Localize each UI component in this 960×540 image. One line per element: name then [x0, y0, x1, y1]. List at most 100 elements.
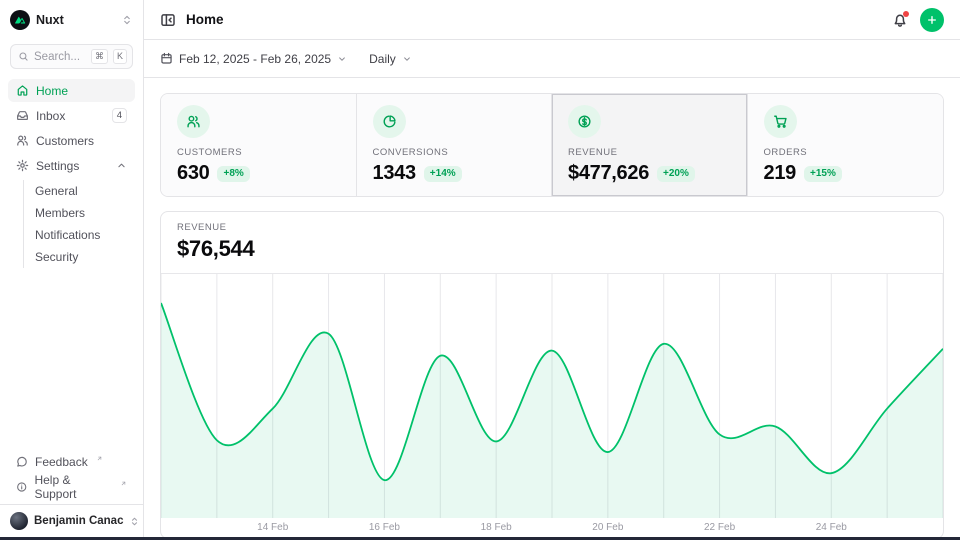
- stat-label: ORDERS: [764, 147, 928, 158]
- date-range-picker[interactable]: Feb 12, 2025 - Feb 26, 2025: [160, 52, 347, 66]
- stat-label: REVENUE: [568, 147, 731, 158]
- users-icon: [16, 134, 29, 147]
- panel-left-icon: [160, 12, 176, 28]
- stats-row: CUSTOMERS 630 +8% CONVERSIONS 1343 +14%: [160, 93, 944, 197]
- stat-card-orders[interactable]: ORDERS 219 +15%: [748, 94, 944, 196]
- nuxt-logo-icon: [10, 10, 30, 30]
- dashboard-content: CUSTOMERS 630 +8% CONVERSIONS 1343 +14%: [144, 78, 960, 537]
- sidebar-item-general[interactable]: General: [24, 180, 135, 202]
- plus-icon: [926, 14, 938, 26]
- date-range-label: Feb 12, 2025 - Feb 26, 2025: [179, 52, 331, 66]
- chevrons-up-down-icon: [121, 14, 133, 26]
- sidebar-nav: Home Inbox 4 Customers Settings General: [0, 79, 143, 269]
- stat-card-conversions[interactable]: CONVERSIONS 1343 +14%: [357, 94, 553, 196]
- user-menu[interactable]: Benjamin Canac: [0, 504, 143, 537]
- sidebar-spacer: [0, 269, 143, 450]
- kbd-meta: ⌘: [91, 49, 108, 64]
- footer-link-label: Feedback: [35, 455, 88, 469]
- search-input-wrapper[interactable]: ⌘ K: [10, 44, 133, 69]
- pie-chart-icon: [373, 105, 406, 138]
- filters-toolbar: Feb 12, 2025 - Feb 26, 2025 Daily: [144, 40, 960, 78]
- sub-item-label: Notifications: [35, 228, 100, 242]
- stat-value: $477,626: [568, 162, 649, 185]
- settings-subnav: General Members Notifications Security: [23, 180, 135, 268]
- sidebar-footer: Feedback Help & Support: [0, 450, 143, 504]
- user-name: Benjamin Canac: [34, 515, 123, 527]
- stat-delta-badge: +8%: [217, 166, 249, 182]
- message-bubble-icon: [16, 456, 28, 468]
- page-title: Home: [186, 12, 224, 27]
- kbd-key: K: [113, 49, 127, 64]
- revenue-area-chart[interactable]: [161, 274, 943, 518]
- shopping-cart-icon: [764, 105, 797, 138]
- stat-label: CONVERSIONS: [373, 147, 536, 158]
- main-area: Home Feb 12, 2025 - Feb 26, 2025 Daily: [144, 0, 960, 537]
- footer-link-label: Help & Support: [34, 473, 112, 501]
- sidebar-item-security[interactable]: Security: [24, 246, 135, 268]
- chevron-down-icon: [402, 54, 412, 64]
- stat-value: 219: [764, 162, 796, 185]
- workspace-name: Nuxt: [36, 13, 64, 27]
- notification-dot: [903, 11, 909, 17]
- x-axis-tick-label: 16 Feb: [369, 522, 400, 533]
- revenue-chart-svg: [161, 274, 943, 518]
- sidebar-item-home[interactable]: Home: [8, 79, 135, 102]
- stat-value: 630: [177, 162, 209, 185]
- chevron-down-icon: [337, 54, 347, 64]
- sidebar-item-customers[interactable]: Customers: [8, 129, 135, 152]
- info-circle-icon: [16, 481, 27, 493]
- x-axis-tick-label: 14 Feb: [257, 522, 288, 533]
- x-axis-tick-label: 22 Feb: [704, 522, 735, 533]
- x-axis-tick-label: 18 Feb: [481, 522, 512, 533]
- period-label: Daily: [369, 52, 396, 66]
- stat-value: 1343: [373, 162, 416, 185]
- stat-card-customers[interactable]: CUSTOMERS 630 +8%: [161, 94, 357, 196]
- sidebar-item-notifications[interactable]: Notifications: [24, 224, 135, 246]
- app-window: Nuxt ⌘ K Home Inbox 4 Customers: [0, 0, 960, 537]
- sidebar-item-label: Inbox: [36, 109, 65, 123]
- add-button[interactable]: [920, 8, 944, 32]
- gear-icon: [16, 159, 29, 172]
- inbox-icon: [16, 109, 29, 122]
- workspace-selector[interactable]: Nuxt: [0, 0, 143, 40]
- sidebar-item-inbox[interactable]: Inbox 4: [8, 104, 135, 127]
- sub-item-label: Security: [35, 250, 78, 264]
- revenue-chart-card: REVENUE $76,544 14 Feb 16 Feb 18 Feb 20 Feb…: [160, 211, 944, 537]
- sidebar-item-label: Settings: [36, 159, 79, 173]
- x-axis-tick-label: 20 Feb: [592, 522, 623, 533]
- sidebar-collapse-button[interactable]: [160, 12, 176, 28]
- chart-total-value: $76,544: [177, 236, 927, 262]
- page-header: Home: [144, 0, 960, 40]
- feedback-link[interactable]: Feedback: [8, 450, 135, 473]
- stat-delta-badge: +14%: [424, 166, 462, 182]
- stat-label: CUSTOMERS: [177, 147, 340, 158]
- home-icon: [16, 84, 29, 97]
- period-select[interactable]: Daily: [369, 52, 412, 66]
- sidebar-item-label: Customers: [36, 134, 94, 148]
- sub-item-label: General: [35, 184, 78, 198]
- header-actions: [892, 8, 944, 32]
- chevrons-up-down-icon: [129, 516, 140, 527]
- help-support-link[interactable]: Help & Support: [8, 475, 135, 498]
- sidebar: Nuxt ⌘ K Home Inbox 4 Customers: [0, 0, 144, 537]
- arrow-up-right-icon: [96, 455, 103, 462]
- chart-header: REVENUE $76,544: [161, 212, 943, 274]
- stat-delta-badge: +15%: [804, 166, 842, 182]
- stat-delta-badge: +20%: [657, 166, 695, 182]
- sub-item-label: Members: [35, 206, 85, 220]
- sidebar-item-members[interactable]: Members: [24, 202, 135, 224]
- arrow-up-right-icon: [120, 480, 127, 487]
- users-icon: [177, 105, 210, 138]
- chart-title: REVENUE: [177, 222, 927, 233]
- stat-card-revenue[interactable]: REVENUE $477,626 +20%: [552, 94, 748, 196]
- sidebar-item-settings[interactable]: Settings: [8, 154, 135, 177]
- search-icon: [18, 51, 29, 62]
- chevron-up-icon: [116, 160, 127, 171]
- avatar: [10, 512, 28, 530]
- chart-x-axis: 14 Feb16 Feb18 Feb20 Feb22 Feb24 Feb: [161, 518, 943, 537]
- sidebar-item-label: Home: [36, 84, 68, 98]
- search-input[interactable]: [34, 51, 86, 63]
- notifications-button[interactable]: [892, 12, 908, 28]
- calendar-icon: [160, 52, 173, 65]
- circle-dollar-icon: [568, 105, 601, 138]
